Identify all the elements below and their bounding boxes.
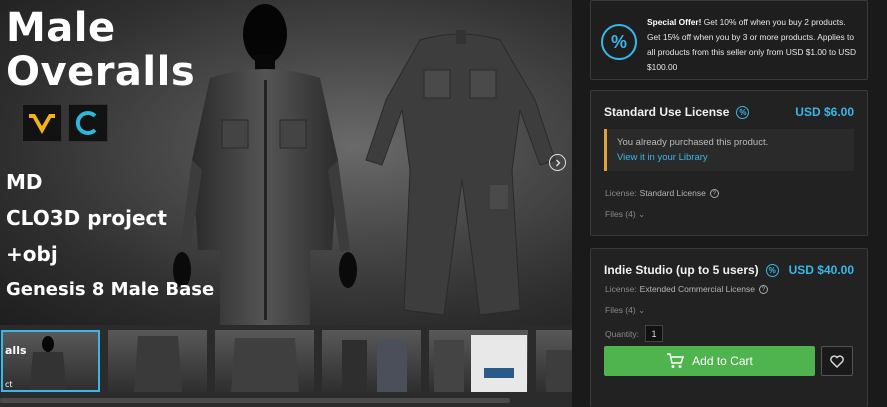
special-offer-banner: % Special Offer! Get 10% off when you bu…	[590, 0, 868, 80]
thumbnail[interactable]: alls ct	[1, 330, 100, 392]
thumbnail[interactable]	[536, 330, 572, 392]
hero-image[interactable]: Male Overalls MD CLO3D project +obj Gene…	[0, 0, 572, 325]
chevron-down-icon: ⌄	[638, 305, 646, 315]
library-link[interactable]: View it in your Library	[617, 150, 854, 166]
already-purchased-notice: You already purchased this product. View…	[604, 129, 854, 171]
thumbnail[interactable]	[429, 330, 528, 392]
license-price: USD $6.00	[795, 105, 854, 119]
license-type-row: License: Extended Commercial License ?	[605, 284, 768, 294]
license-header: Standard Use License % USD $6.00	[604, 105, 854, 119]
license-header: Indie Studio (up to 5 users) % USD $40.0…	[604, 263, 854, 277]
thumbnail-label: alls	[5, 344, 27, 357]
hero-feature: +obj	[6, 242, 58, 266]
wishlist-button[interactable]	[821, 346, 853, 376]
thumbnail-scrollbar[interactable]	[0, 398, 510, 403]
license-price: USD $40.00	[788, 263, 854, 277]
files-dropdown[interactable]: Files (4) ⌄	[605, 305, 645, 316]
cart-icon	[667, 353, 685, 368]
license-card-standard: Standard Use License % USD $6.00 You alr…	[590, 90, 868, 236]
help-icon[interactable]: ?	[709, 188, 719, 198]
files-dropdown[interactable]: Files (4) ⌄	[605, 209, 645, 220]
product-gallery: Male Overalls MD CLO3D project +obj Gene…	[0, 0, 572, 407]
license-label: License:	[605, 188, 637, 198]
quantity-input[interactable]	[645, 325, 664, 342]
model-back-render	[365, 30, 556, 316]
hero-feature: Genesis 8 Male Base	[6, 279, 215, 300]
license-value: Standard License	[639, 188, 706, 198]
hero-feature: CLO3D project	[6, 206, 167, 230]
quantity-label: Quantity:	[605, 328, 640, 339]
add-to-cart-label: Add to Cart	[692, 354, 753, 368]
chevron-down-icon: ⌄	[638, 209, 646, 219]
thumbnail[interactable]	[215, 330, 314, 392]
license-card-indie: Indie Studio (up to 5 users) % USD $40.0…	[590, 248, 868, 407]
software-logos	[22, 104, 108, 142]
license-value: Extended Commercial License	[639, 284, 755, 294]
thumbnail[interactable]	[108, 330, 207, 392]
offer-text: Special Offer! Get 10% off when you buy …	[647, 15, 861, 75]
percent-icon: %	[601, 24, 637, 60]
license-type-row: License: Standard License ?	[605, 188, 719, 198]
product-page: Male Overalls MD CLO3D project +obj Gene…	[0, 0, 887, 407]
hero-title-line: Overalls	[6, 49, 196, 95]
thumbnail-label: ct	[5, 380, 13, 389]
thumbnail-strip: alls ct	[0, 330, 572, 394]
hero-title-line: Male	[6, 5, 116, 51]
hero-feature: MD	[6, 170, 43, 194]
hero-feature-list: MD CLO3D project +obj Genesis 8 Male Bas…	[6, 164, 214, 308]
chevron-right-icon	[555, 159, 560, 166]
hero-title: Male Overalls	[6, 6, 195, 94]
discount-icon[interactable]: %	[765, 263, 779, 277]
quantity-row: Quantity:	[605, 325, 664, 342]
license-label: License:	[605, 284, 637, 294]
files-label: Files (4)	[605, 209, 636, 219]
gallery-next-button[interactable]	[549, 154, 566, 171]
heart-icon	[830, 354, 844, 368]
clo3d-logo	[68, 104, 108, 142]
offer-heading: Special Offer!	[647, 17, 702, 27]
license-name: Indie Studio (up to 5 users)	[604, 263, 759, 277]
license-name: Standard Use License	[604, 105, 730, 119]
owned-message: You already purchased this product.	[617, 137, 769, 148]
discount-icon[interactable]: %	[736, 105, 750, 119]
files-label: Files (4)	[605, 305, 636, 315]
add-to-cart-button[interactable]: Add to Cart	[604, 346, 815, 376]
marvelous-designer-logo	[22, 104, 62, 142]
help-icon[interactable]: ?	[758, 284, 768, 294]
thumbnail[interactable]	[322, 330, 421, 392]
